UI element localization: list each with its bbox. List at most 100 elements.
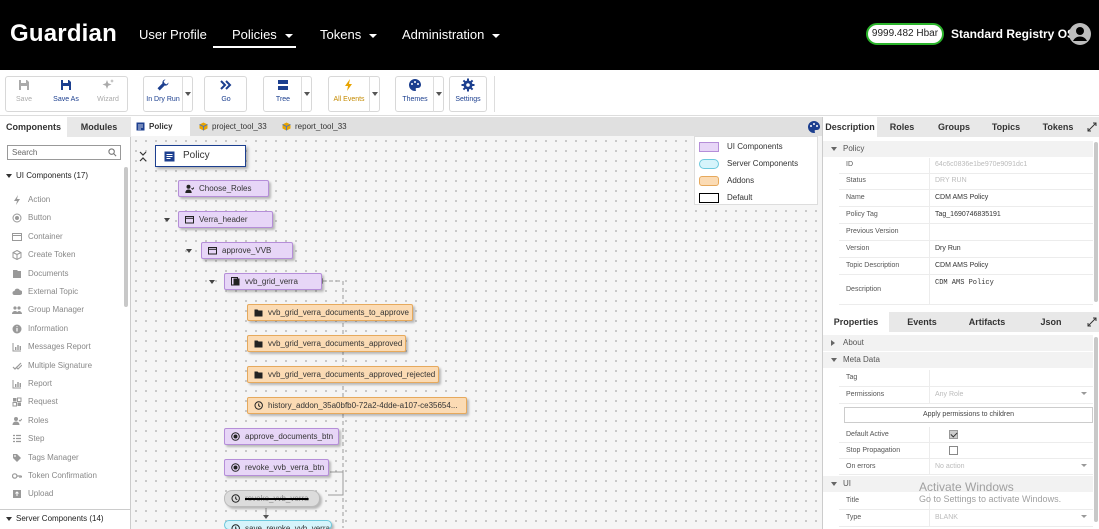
- legend-palette-icon[interactable]: [807, 120, 821, 134]
- node-vvb-grid-verra[interactable]: vvb_grid_verra: [224, 273, 322, 290]
- node-approve-documents-btn[interactable]: approve_documents_btn: [224, 428, 339, 445]
- node-documents-approved[interactable]: vvb_grid_verra_documents_approved: [247, 335, 406, 352]
- component-item[interactable]: Group Manager: [12, 305, 84, 319]
- policy-root-node[interactable]: Policy: [155, 145, 246, 167]
- on-errors-select[interactable]: No action: [935, 463, 965, 470]
- node-verra-header[interactable]: Verra_header: [178, 211, 273, 228]
- wizard-button[interactable]: Wizard: [94, 78, 122, 112]
- expand-verra-header[interactable]: [164, 218, 170, 222]
- go-button[interactable]: Go: [210, 78, 242, 112]
- component-item[interactable]: External Topic: [12, 287, 78, 301]
- tree-dropdown[interactable]: [301, 76, 311, 112]
- node-choose-roles[interactable]: Choose_Roles: [178, 180, 269, 197]
- policy-property-value[interactable]: Dry Run: [935, 245, 961, 252]
- tab-json[interactable]: Json: [1019, 312, 1083, 332]
- policy-property-value[interactable]: CDM AMS Policy: [935, 279, 994, 287]
- tree-button[interactable]: Tree: [266, 78, 300, 112]
- tab-report-tool[interactable]: report_tool_33: [277, 117, 357, 136]
- events-dropdown[interactable]: [369, 76, 379, 112]
- component-item[interactable]: Container: [12, 232, 63, 246]
- chevron-right-icon: [831, 340, 835, 346]
- component-item[interactable]: Step: [12, 434, 44, 448]
- component-item[interactable]: Report: [12, 379, 52, 393]
- tab-groups[interactable]: Groups: [927, 117, 981, 137]
- ui-components-group-header[interactable]: UI Components (17): [6, 171, 88, 180]
- component-item[interactable]: Create Token: [12, 250, 75, 264]
- component-item[interactable]: Information: [12, 324, 68, 338]
- component-item[interactable]: Tags Manager: [12, 453, 79, 467]
- tab-artifacts[interactable]: Artifacts: [955, 312, 1019, 332]
- properties-scrollbar[interactable]: [1094, 337, 1098, 522]
- expand-approve-vvb[interactable]: [186, 249, 192, 253]
- expand-icon[interactable]: [1087, 122, 1097, 132]
- nav-administration[interactable]: Administration: [402, 27, 501, 42]
- type-select[interactable]: BLANK: [935, 514, 958, 521]
- collapse-tree-icon[interactable]: [139, 149, 147, 163]
- tab-policy[interactable]: Policy: [131, 117, 190, 136]
- component-search-input[interactable]: Search: [7, 145, 121, 160]
- policy-property-value[interactable]: CDM AMS Policy: [935, 194, 988, 201]
- meta-data-section-header[interactable]: Meta Data: [823, 352, 1093, 368]
- component-item[interactable]: Multiple Signature: [12, 361, 92, 375]
- node-revoke-vvb-verra-btn[interactable]: revoke_vvb_verra_btn: [224, 459, 329, 476]
- tab-project-tool[interactable]: project_tool_33: [194, 117, 276, 136]
- server-components-group-header[interactable]: Server Components (14): [6, 514, 104, 523]
- tab-topics[interactable]: Topics: [981, 117, 1031, 137]
- policy-property-value[interactable]: CDM AMS Policy: [935, 262, 988, 269]
- dry-run-dropdown[interactable]: [182, 76, 192, 112]
- tab-description[interactable]: Description: [823, 117, 877, 137]
- description-scrollbar[interactable]: [1094, 142, 1098, 302]
- nav-tokens[interactable]: Tokens: [320, 27, 378, 42]
- component-item[interactable]: Request: [12, 397, 58, 411]
- policy-property-row: Version Dry Run: [839, 241, 1093, 258]
- dry-run-button[interactable]: In Dry Run: [145, 78, 181, 112]
- node-documents-to-approve[interactable]: vvb_grid_verra_documents_to_approve: [247, 304, 413, 321]
- tab-components[interactable]: Components: [0, 117, 67, 137]
- nav-policies[interactable]: Policies: [232, 27, 293, 42]
- node-revoke-vvb-verra[interactable]: revoke_vvb_verra: [224, 490, 320, 507]
- stop-propagation-checkbox[interactable]: [949, 446, 958, 455]
- permissions-select[interactable]: Any Role: [935, 391, 963, 398]
- tag-input[interactable]: [935, 374, 1085, 386]
- signature-icon: [12, 362, 22, 370]
- documents-icon: [13, 269, 21, 278]
- settings-button[interactable]: Settings: [451, 78, 485, 112]
- nav-user-profile[interactable]: User Profile: [139, 27, 207, 42]
- palette-icon: [409, 79, 421, 91]
- roles-icon: [185, 184, 194, 193]
- node-documents-approved-rejected[interactable]: vvb_grid_verra_documents_approved_reject…: [247, 366, 439, 383]
- node-save-revoke-vvb-verra[interactable]: save_revoke_vvb_verra: [224, 520, 332, 529]
- tab-modules[interactable]: Modules: [67, 117, 131, 137]
- component-item[interactable]: Documents: [12, 269, 68, 283]
- component-item[interactable]: Button: [12, 213, 51, 227]
- tab-tokens[interactable]: Tokens: [1031, 117, 1085, 137]
- chevron-down-icon: [6, 173, 12, 178]
- left-scrollbar[interactable]: [124, 167, 128, 307]
- about-section-header[interactable]: About: [823, 335, 1093, 351]
- node-history-addon[interactable]: history_addon_35a0bfb0-72a2-4dde-a107-ce…: [247, 397, 467, 414]
- tab-roles[interactable]: Roles: [877, 117, 927, 137]
- policy-section-header[interactable]: Policy: [823, 141, 1093, 157]
- gear-icon: [461, 78, 475, 92]
- themes-button[interactable]: Themes: [398, 78, 432, 112]
- node-approve-vvb[interactable]: approve_VVB: [201, 242, 293, 259]
- component-item[interactable]: Action: [12, 195, 50, 209]
- expand-icon[interactable]: [1087, 317, 1097, 327]
- radio-icon: [231, 432, 240, 441]
- component-item[interactable]: Token Confirmation: [12, 471, 97, 485]
- all-events-button[interactable]: All Events: [330, 78, 368, 112]
- save-as-button[interactable]: Save As: [50, 78, 82, 112]
- themes-dropdown[interactable]: [433, 76, 443, 112]
- component-item[interactable]: Upload: [12, 489, 53, 503]
- apply-permissions-button[interactable]: Apply permissions to children: [844, 407, 1093, 423]
- tab-properties[interactable]: Properties: [823, 312, 889, 332]
- account-icon[interactable]: [1068, 22, 1092, 46]
- policy-property-value[interactable]: Tag_1690746835191: [935, 211, 1001, 218]
- tab-events[interactable]: Events: [889, 312, 955, 332]
- app-logo[interactable]: Guardian: [10, 20, 117, 48]
- save-button[interactable]: Save: [10, 78, 38, 112]
- expand-vvb-grid[interactable]: [209, 280, 215, 284]
- component-item[interactable]: Messages Report: [12, 342, 91, 356]
- default-active-checkbox[interactable]: [949, 430, 958, 439]
- component-item[interactable]: Roles: [12, 416, 48, 430]
